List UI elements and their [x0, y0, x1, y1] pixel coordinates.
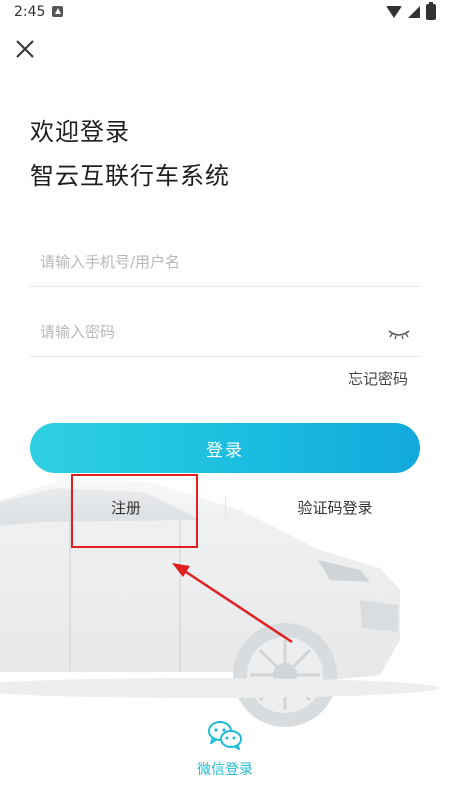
wifi-icon: [386, 6, 402, 18]
login-button[interactable]: 登录: [30, 423, 420, 473]
status-bar: 2:45: [0, 0, 450, 24]
car-background-image: [0, 440, 450, 730]
status-icons: [386, 2, 436, 20]
password-field: [30, 312, 420, 357]
close-icon: [16, 40, 34, 58]
system-title: 智云互联行车系统: [30, 162, 230, 190]
wechat-login-label[interactable]: 微信登录: [190, 759, 260, 779]
divider: [225, 497, 226, 519]
close-button[interactable]: [12, 36, 38, 62]
notification-icon: [52, 6, 63, 17]
eye-closed-icon[interactable]: [388, 328, 410, 340]
verify-code-login-link[interactable]: 验证码登录: [260, 490, 410, 524]
annotation-highlight-box: [71, 474, 198, 548]
phone-input[interactable]: [30, 242, 380, 282]
wechat-icon[interactable]: [207, 719, 243, 751]
phone-field: [30, 242, 420, 287]
forgot-password-link[interactable]: 忘记密码: [348, 368, 408, 389]
password-input[interactable]: [30, 312, 380, 352]
battery-icon: [426, 2, 436, 20]
status-time: 2:45: [14, 4, 46, 20]
welcome-title: 欢迎登录: [30, 118, 130, 146]
signal-icon: [408, 6, 420, 18]
